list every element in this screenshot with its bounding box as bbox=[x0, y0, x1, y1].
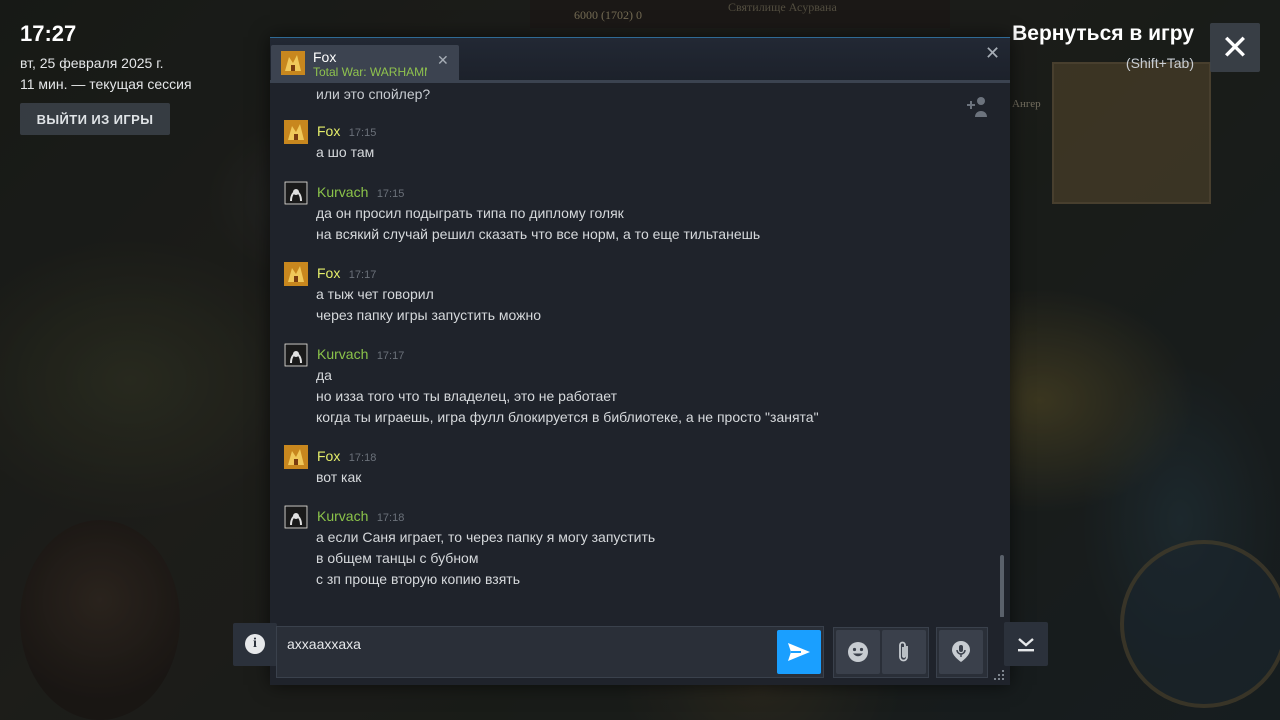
collapse-button[interactable] bbox=[1004, 622, 1048, 666]
avatar[interactable] bbox=[284, 262, 308, 286]
chat-window: Fox Total War: WARHAMMER ✕ ✕ или это спо… bbox=[270, 37, 1010, 685]
voice-button[interactable] bbox=[939, 630, 983, 674]
voice-tools bbox=[936, 627, 988, 678]
message-line: а если Саня играет, то через папку я мог… bbox=[316, 529, 656, 545]
overlay-session-time: 11 мин. — текущая сессия bbox=[20, 76, 192, 92]
avatar bbox=[281, 51, 305, 75]
message-input-container bbox=[276, 626, 824, 678]
message-line: с зп проще вторую копию взять bbox=[316, 571, 521, 587]
message-line: когда ты играешь, игра фулл блокируется … bbox=[316, 409, 819, 425]
close-window-icon[interactable]: ✕ bbox=[985, 43, 1000, 64]
message-header: Fox 17:15 bbox=[317, 123, 376, 141]
message-author[interactable]: Kurvach bbox=[317, 508, 368, 524]
info-icon: i bbox=[245, 634, 265, 654]
attach-icon bbox=[899, 641, 908, 662]
overlay-date: вт, 25 февраля 2025 г. bbox=[20, 55, 164, 71]
message-line: да bbox=[316, 367, 332, 383]
message-line: да он просил подыграть типа по диплому г… bbox=[316, 205, 624, 221]
avatar[interactable] bbox=[284, 505, 308, 529]
message-author[interactable]: Fox bbox=[317, 265, 340, 281]
exit-game-button[interactable]: ВЫЙТИ ИЗ ИГРЫ bbox=[20, 103, 170, 135]
message-time: 17:18 bbox=[348, 452, 377, 464]
message-author[interactable]: Kurvach bbox=[317, 346, 368, 362]
chat-tab-fox[interactable]: Fox Total War: WARHAMMER ✕ bbox=[271, 45, 459, 81]
message-header: Fox 17:18 bbox=[317, 448, 376, 466]
message-author[interactable]: Fox bbox=[317, 448, 340, 464]
message-line: но изза того что ты владелец, это не раб… bbox=[316, 388, 618, 404]
send-icon bbox=[788, 643, 810, 661]
composer-tools bbox=[833, 627, 929, 678]
message-time: 17:17 bbox=[376, 350, 405, 362]
message-time: 17:18 bbox=[376, 512, 405, 524]
chat-tab-name: Fox bbox=[313, 49, 337, 65]
return-to-game-hint: (Shift+Tab) bbox=[1125, 55, 1194, 71]
message-line: вот как bbox=[316, 469, 362, 485]
attach-button[interactable] bbox=[882, 630, 926, 674]
message-input[interactable] bbox=[285, 632, 769, 656]
resize-grip-icon[interactable] bbox=[990, 668, 1006, 682]
avatar[interactable] bbox=[284, 181, 308, 205]
return-to-game-title[interactable]: Вернуться в игру bbox=[1012, 22, 1194, 46]
chat-tabbar: Fox Total War: WARHAMMER ✕ ✕ bbox=[270, 37, 1010, 82]
close-tab-icon[interactable]: ✕ bbox=[437, 53, 449, 69]
message-header: Kurvach 17:15 bbox=[317, 184, 404, 202]
message-line: через папку игры запустить можно bbox=[316, 307, 542, 323]
emoji-icon bbox=[848, 642, 868, 662]
message-author[interactable]: Kurvach bbox=[317, 184, 368, 200]
chat-tab-game: Total War: WARHAMMER bbox=[313, 65, 427, 79]
message-list: или это спойлер? Fox 17:15 а шо там Kurv… bbox=[270, 83, 1010, 617]
overlay-clock: 17:27 bbox=[20, 21, 77, 46]
message-scrollbar[interactable] bbox=[1000, 555, 1004, 617]
send-button[interactable] bbox=[777, 630, 821, 674]
close-overlay-button[interactable]: ✕ bbox=[1210, 23, 1260, 72]
message-line: а тыж чет говорил bbox=[316, 286, 434, 302]
message-time: 17:15 bbox=[348, 127, 377, 139]
message-line: или это спойлер? bbox=[316, 86, 431, 102]
close-icon: ✕ bbox=[1220, 28, 1250, 68]
message-line: на всякий случай решил сказать что все н… bbox=[316, 226, 761, 242]
voice-icon bbox=[952, 641, 970, 662]
chat-info-button[interactable]: i bbox=[233, 623, 277, 666]
message-line: в общем танцы с бубном bbox=[316, 550, 479, 566]
message-header: Kurvach 17:17 bbox=[317, 346, 404, 364]
message-header: Fox 17:17 bbox=[317, 265, 376, 283]
avatar[interactable] bbox=[284, 343, 308, 367]
emoji-button[interactable] bbox=[836, 630, 880, 674]
message-header: Kurvach 17:18 bbox=[317, 508, 404, 526]
message-author[interactable]: Fox bbox=[317, 123, 340, 139]
avatar[interactable] bbox=[284, 120, 308, 144]
avatar[interactable] bbox=[284, 445, 308, 469]
message-time: 17:15 bbox=[376, 188, 405, 200]
message-line: а шо там bbox=[316, 144, 375, 160]
collapse-icon bbox=[1018, 638, 1034, 652]
message-time: 17:17 bbox=[348, 269, 377, 281]
